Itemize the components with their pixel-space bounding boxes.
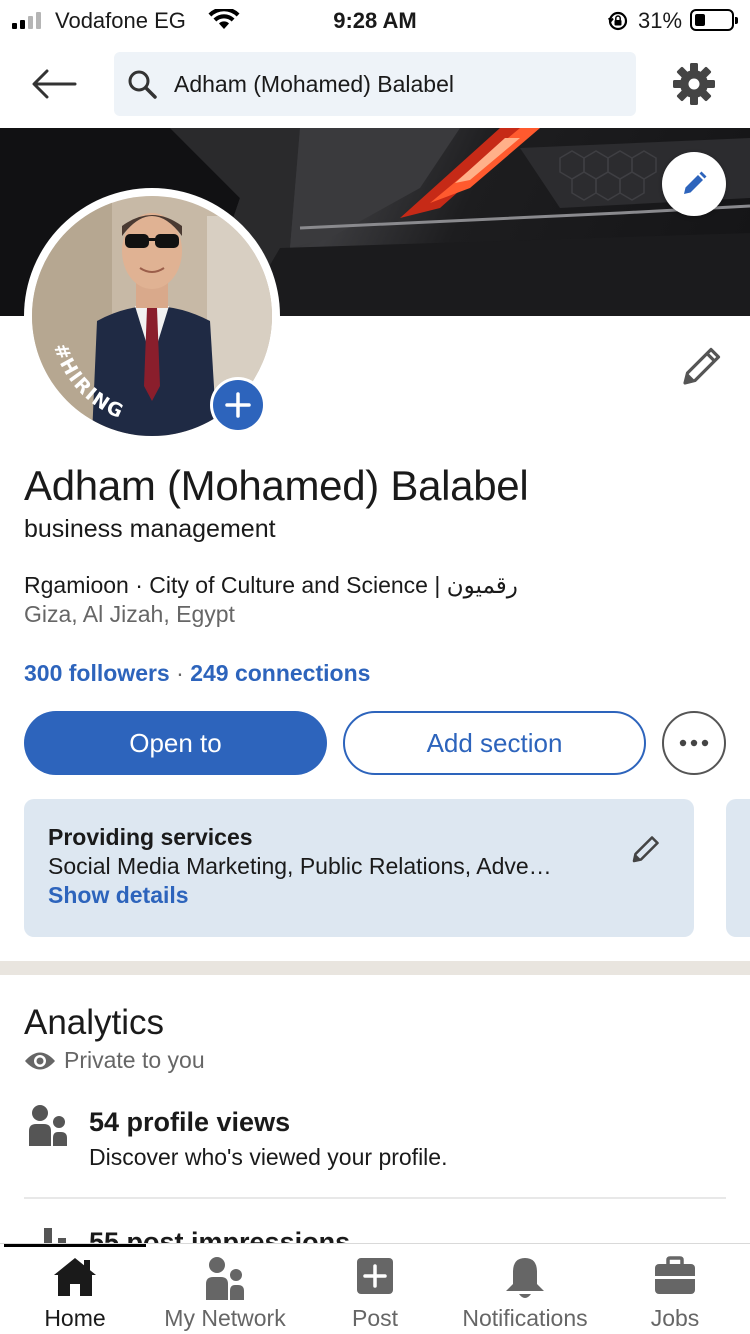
profile-views-item[interactable]: 54 profile views Discover who's viewed y… <box>24 1102 726 1176</box>
plus-icon <box>225 392 251 418</box>
profile-views-title: 54 profile views <box>89 1107 291 1137</box>
analytics-title: Analytics <box>24 1003 165 1042</box>
services-title: Providing services <box>48 824 253 850</box>
connections-link[interactable]: 249 connections <box>190 660 370 686</box>
stats-separator: · <box>176 660 184 686</box>
profile-name: Adham (Mohamed) Balabel <box>24 462 529 509</box>
battery-icon <box>690 9 738 31</box>
edit-services-button[interactable] <box>628 831 664 867</box>
eye-icon <box>25 1052 55 1069</box>
profile-views-subtitle: Discover who's viewed your profile. <box>89 1144 448 1170</box>
tab-post[interactable]: Post <box>300 1244 450 1334</box>
add-photo-button[interactable] <box>210 377 266 433</box>
profile-location: Giza, Al Jizah, Egypt <box>24 601 235 627</box>
services-description: Social Media Marketing, Public Relations… <box>48 853 552 879</box>
pencil-icon <box>683 347 721 385</box>
services-card[interactable]: Providing services Social Media Marketin… <box>24 799 694 937</box>
gear-icon <box>673 63 715 105</box>
people-icon <box>29 1105 67 1146</box>
post-impressions-item[interactable]: 55 post impressions <box>24 1214 726 1244</box>
tab-jobs-label: Jobs <box>650 1305 700 1331</box>
battery-percent: 31% <box>638 8 683 33</box>
row-divider <box>24 1197 726 1199</box>
tab-jobs[interactable]: Jobs <box>600 1244 750 1334</box>
tab-my-network[interactable]: My Network <box>150 1244 300 1334</box>
bell-icon <box>506 1258 544 1298</box>
post-impressions-title: 55 post impressions <box>89 1227 351 1244</box>
tab-notifications[interactable]: Notifications <box>450 1244 600 1334</box>
back-button[interactable] <box>28 62 80 106</box>
pencil-icon <box>632 836 659 863</box>
section-divider <box>0 961 750 975</box>
network-icon <box>206 1257 244 1300</box>
top-nav: Adham (Mohamed) Balabel <box>0 40 750 128</box>
bottom-tab-bar: Home My Network Post Notifications Jobs <box>0 1243 750 1334</box>
open-to-button[interactable]: Open to <box>24 711 327 775</box>
settings-button[interactable] <box>670 60 718 108</box>
edit-intro-button[interactable] <box>676 340 728 392</box>
tab-home-label: Home <box>44 1305 106 1331</box>
bar-chart-icon <box>44 1228 66 1244</box>
privacy-note: Private to you <box>24 1047 205 1074</box>
tab-post-label: Post <box>351 1305 399 1331</box>
privacy-text: Private to you <box>64 1047 205 1073</box>
arrow-left-icon <box>32 69 77 99</box>
home-icon <box>54 1258 96 1296</box>
post-icon <box>357 1258 393 1294</box>
search-icon <box>128 70 157 99</box>
followers-link[interactable]: 300 followers <box>24 660 170 686</box>
profile-stats: 300 followers · 249 connections <box>24 660 370 687</box>
tab-my-network-label: My Network <box>164 1305 286 1331</box>
search-query: Adham (Mohamed) Balabel <box>174 71 454 97</box>
profile-workplace[interactable]: Rgamioon · City of Culture and Science |… <box>24 572 518 599</box>
show-details-link[interactable]: Show details <box>48 882 189 909</box>
add-section-button[interactable]: Add section <box>343 711 646 775</box>
more-button[interactable] <box>662 711 726 775</box>
status-bar: Vodafone EG 9:28 AM 31% <box>0 0 750 40</box>
tab-home[interactable]: Home <box>0 1244 150 1334</box>
search-input[interactable]: Adham (Mohamed) Balabel <box>114 52 636 116</box>
ellipsis-icon <box>679 739 709 747</box>
edit-cover-button[interactable] <box>662 152 726 216</box>
tab-notifications-label: Notifications <box>462 1305 588 1331</box>
profile-headline: business management <box>24 515 276 543</box>
briefcase-icon <box>655 1256 695 1294</box>
rotation-lock-icon <box>608 11 628 31</box>
next-card-peek[interactable] <box>726 799 750 937</box>
pencil-icon <box>684 171 707 194</box>
